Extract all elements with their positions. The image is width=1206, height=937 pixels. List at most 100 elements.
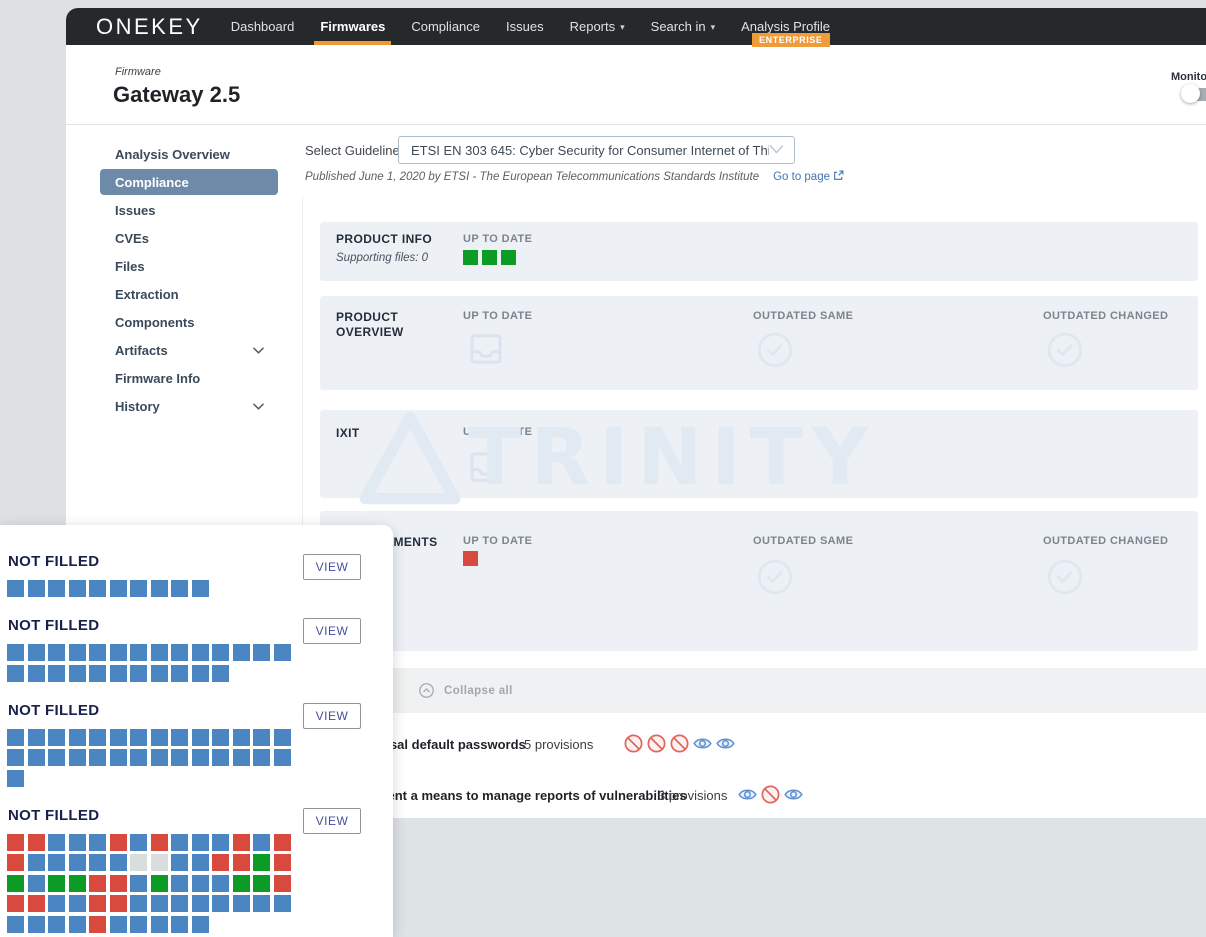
- nav-item-dashboard[interactable]: Dashboard: [231, 8, 295, 45]
- sidebar-item-files[interactable]: Files: [100, 252, 278, 280]
- provision-square: [212, 644, 229, 661]
- provision-square: [212, 729, 229, 746]
- ixit-card: IXIT UP TO DATE: [320, 410, 1198, 498]
- sidebar-item-label: Files: [115, 259, 145, 274]
- provision-square: [110, 854, 127, 871]
- sidebar-item-label: Extraction: [115, 287, 179, 302]
- sidebar-item-components[interactable]: Components: [100, 308, 278, 336]
- nav-menu: Dashboard Firmwares Compliance Issues Report…: [231, 8, 830, 45]
- top-navbar: ONEKEY DashboardFirmwaresComplianceIssue…: [66, 8, 1206, 45]
- provision-square: [151, 854, 168, 871]
- provision-square: [233, 749, 250, 766]
- status-square: [463, 551, 478, 566]
- provision-square: [212, 895, 229, 912]
- provision-square: [130, 580, 147, 597]
- nav-item-firmwares[interactable]: Firmwares: [320, 8, 385, 45]
- firmware-eyebrow: Firmware: [115, 66, 161, 78]
- nav-item-compliance[interactable]: Compliance: [411, 8, 480, 45]
- collapse-all-button[interactable]: Collapse all: [303, 668, 1206, 713]
- provision-square: [253, 644, 270, 661]
- guideline-label: Select Guideline: [305, 143, 400, 158]
- go-to-page-label: Go to page: [773, 171, 830, 183]
- nav-item-search-in[interactable]: Search in▾: [651, 8, 715, 45]
- blocked-icon: [669, 733, 690, 754]
- sidebar-item-history[interactable]: History: [100, 392, 278, 420]
- sidebar-item-cves[interactable]: CVEs: [100, 224, 278, 252]
- provision-square: [110, 834, 127, 851]
- provision-square: [48, 895, 65, 912]
- provision-square: [192, 875, 209, 892]
- nav-item-reports[interactable]: Reports▾: [570, 8, 625, 45]
- provision-row[interactable]: No universal default passwords 5 provisi…: [303, 713, 1206, 772]
- nav-item-issues[interactable]: Issues: [506, 8, 544, 45]
- provision-square: [110, 665, 127, 682]
- provision-square: [89, 665, 106, 682]
- column-label: OUTDATED CHANGED: [1043, 310, 1168, 322]
- sidebar-item-label: Firmware Info: [115, 371, 200, 386]
- provision-square: [274, 895, 291, 912]
- guideline-select[interactable]: ETSI EN 303 645: Cyber Security for Cons…: [398, 136, 795, 164]
- sidebar-item-label: Artifacts: [115, 343, 168, 358]
- collapse-all-label: Collapse all: [444, 685, 513, 697]
- provision-square: [253, 875, 270, 892]
- status-squares: [463, 250, 516, 265]
- provision-square: [192, 916, 209, 933]
- provision-square: [110, 580, 127, 597]
- sidebar-item-firmware-info[interactable]: Firmware Info: [100, 364, 278, 392]
- status-square: [463, 250, 478, 265]
- column-label: UP TO DATE: [463, 426, 532, 438]
- check-circle-icon: [755, 557, 795, 597]
- sidebar-item-compliance[interactable]: Compliance: [100, 169, 278, 195]
- not-filled-section: NOT FILLEDVIEW: [7, 807, 393, 933]
- provision-row[interactable]: Implement a means to manage reports of v…: [303, 771, 1206, 818]
- inbox-icon: [465, 328, 507, 370]
- provision-square: [274, 729, 291, 746]
- provision-square: [151, 875, 168, 892]
- column-label: OUTDATED SAME: [753, 535, 853, 547]
- column-label: UP TO DATE: [463, 310, 532, 322]
- provision-square: [7, 665, 24, 682]
- sidebar-item-issues[interactable]: Issues: [100, 196, 278, 224]
- provision-square: [110, 749, 127, 766]
- provision-square: [233, 834, 250, 851]
- provision-square: [7, 749, 24, 766]
- provision-square: [89, 834, 106, 851]
- sidebar-item-extraction[interactable]: Extraction: [100, 280, 278, 308]
- provision-square: [110, 729, 127, 746]
- provision-square: [151, 895, 168, 912]
- eye-icon: [737, 784, 758, 805]
- provision-square: [253, 729, 270, 746]
- provision-square: [48, 729, 65, 746]
- view-button[interactable]: VIEW: [303, 554, 361, 580]
- check-circle-icon: [1045, 557, 1085, 597]
- nav-item-label: Compliance: [411, 19, 480, 34]
- provision-square: [48, 644, 65, 661]
- sidebar-item-analysis-overview[interactable]: Analysis Overview: [100, 140, 278, 168]
- provision-square: [7, 580, 24, 597]
- column-label: UP TO DATE: [463, 535, 532, 547]
- provision-count: 3 provisions: [658, 788, 727, 803]
- column-label: OUTDATED CHANGED: [1043, 535, 1168, 547]
- view-button[interactable]: VIEW: [303, 808, 361, 834]
- sidebar-item-label: Components: [115, 315, 194, 330]
- provision-square: [130, 749, 147, 766]
- check-circle-icon: [1045, 330, 1085, 370]
- view-button[interactable]: VIEW: [303, 703, 361, 729]
- provision-square: [48, 665, 65, 682]
- eye-icon: [715, 733, 736, 754]
- provision-square: [192, 854, 209, 871]
- sidebar-item-artifacts[interactable]: Artifacts: [100, 336, 278, 364]
- provision-square: [7, 895, 24, 912]
- provision-square: [233, 895, 250, 912]
- provision-square: [48, 834, 65, 851]
- nav-item-label: Firmwares: [320, 19, 385, 34]
- provision-square: [212, 665, 229, 682]
- provision-square: [253, 895, 270, 912]
- sidebar-item-label: History: [115, 399, 160, 414]
- provision-square: [28, 749, 45, 766]
- provision-square: [28, 895, 45, 912]
- provision-square: [110, 875, 127, 892]
- provision-square: [151, 644, 168, 661]
- go-to-page-link[interactable]: Go to page: [773, 170, 844, 184]
- view-button[interactable]: VIEW: [303, 618, 361, 644]
